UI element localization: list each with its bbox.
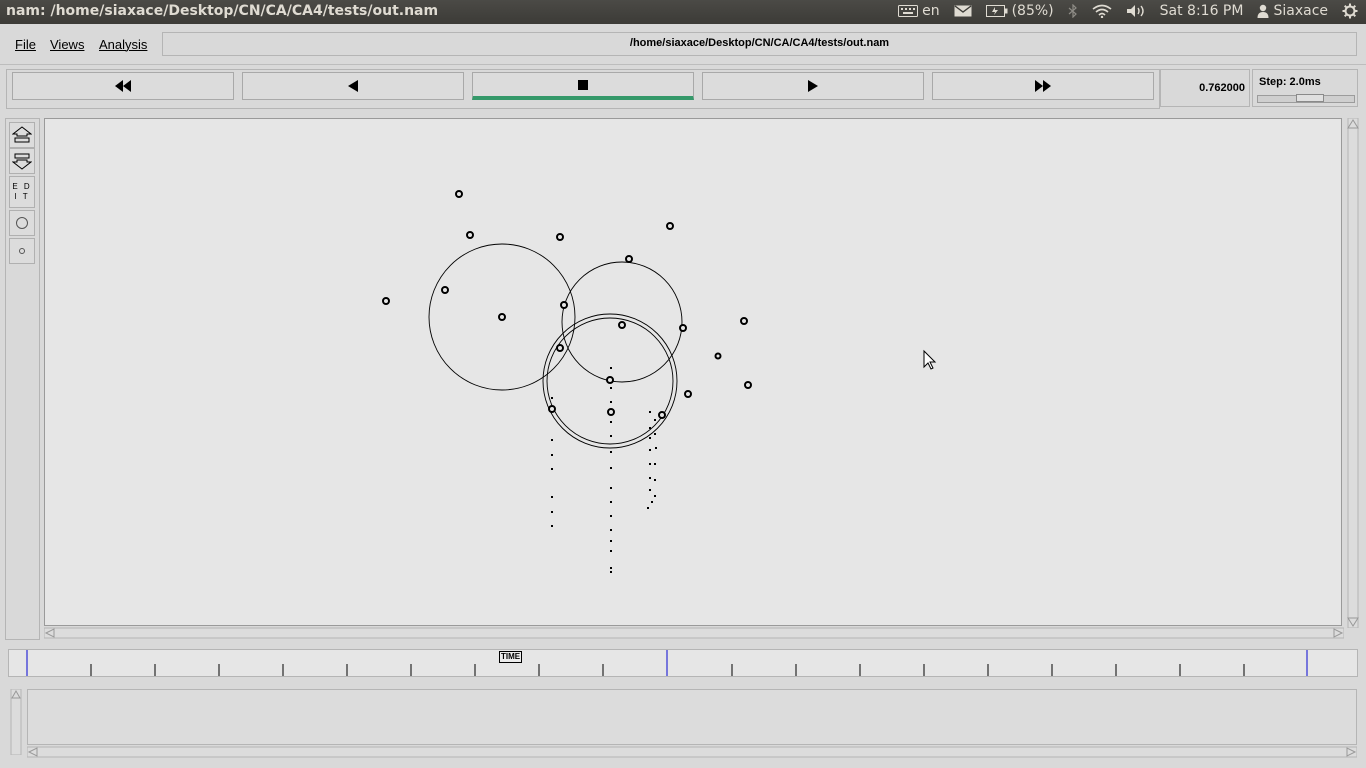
small-circle-tool-icon: [19, 248, 25, 254]
edit-label: E DI T: [12, 182, 32, 201]
timeline-ticks: [26, 650, 1308, 676]
network-node: [441, 286, 449, 294]
stop-button[interactable]: [472, 72, 694, 100]
keyboard-layout: en: [922, 3, 940, 19]
network-node: [466, 231, 474, 239]
zoom-out-button[interactable]: [9, 148, 35, 174]
network-node: [740, 317, 748, 325]
step-label: Step: 2.0ms: [1259, 76, 1321, 88]
small-circle-tool-button[interactable]: [9, 238, 35, 264]
keyboard-icon: [898, 5, 919, 17]
menu-views[interactable]: Views: [50, 37, 84, 52]
network-node: [679, 324, 687, 332]
menu-file[interactable]: File: [15, 37, 36, 52]
network-node: [498, 313, 506, 321]
keyboard-indicator[interactable]: en: [898, 3, 940, 19]
zoom-in-button[interactable]: [9, 122, 35, 148]
window-title: nam: /home/siaxace/Desktop/CN/CA/CA4/tes…: [6, 3, 439, 19]
clock[interactable]: Sat 8:16 PM: [1160, 3, 1244, 19]
network-node: [560, 301, 568, 309]
annotation-panel[interactable]: [27, 689, 1357, 745]
network-node: [606, 376, 614, 384]
network-node: [658, 411, 666, 419]
battery-percent: (85%): [1011, 3, 1054, 19]
zoom-in-icon: [12, 126, 32, 143]
canvas-vertical-scrollbar[interactable]: [1345, 118, 1361, 628]
packet-trail: [551, 367, 657, 573]
battery-icon: [985, 5, 1008, 17]
file-path-display: /home/siaxace/Desktop/CN/CA/CA4/tests/ou…: [162, 32, 1357, 56]
bottom-horizontal-scrollbar[interactable]: [27, 746, 1357, 758]
step-slider[interactable]: [1257, 94, 1355, 103]
circle-tool-icon: [16, 217, 28, 229]
network-node: [714, 352, 722, 360]
stop-icon: [578, 79, 588, 90]
play-button[interactable]: [702, 72, 924, 100]
rewind-icon: [348, 80, 358, 92]
network-node: [382, 297, 390, 305]
current-time: 0.762000: [1160, 69, 1250, 107]
play-icon: [808, 80, 818, 92]
user-name: Siaxace: [1273, 3, 1328, 19]
network-node: [455, 190, 463, 198]
mouse-cursor-icon: [923, 349, 937, 370]
mail-icon[interactable]: [954, 5, 972, 17]
network-node: [666, 222, 674, 230]
network-node: [556, 233, 564, 241]
bottom-vertical-scrollbar[interactable]: [10, 689, 22, 755]
fast-forward-icon: [1035, 80, 1051, 92]
volume-icon[interactable]: [1126, 4, 1146, 18]
network-node: [607, 408, 615, 416]
rewind-button[interactable]: [242, 72, 464, 100]
network-node: [618, 321, 626, 329]
network-node: [625, 255, 633, 263]
network-node: [744, 381, 752, 389]
user-icon: [1257, 4, 1269, 18]
edit-button[interactable]: E DI T: [9, 176, 35, 208]
menu-bar: File Views Analysis /home/siaxace/Deskto…: [0, 24, 1366, 65]
battery-indicator[interactable]: (85%): [985, 3, 1054, 19]
fast-forward-button[interactable]: [932, 72, 1154, 100]
animation-canvas[interactable]: [44, 118, 1342, 626]
network-node: [548, 405, 556, 413]
network-node: [556, 344, 564, 352]
system-top-bar: nam: /home/siaxace/Desktop/CN/CA/CA4/tes…: [0, 0, 1366, 24]
fast-rewind-button[interactable]: [12, 72, 234, 100]
network-node: [684, 390, 692, 398]
canvas-horizontal-scrollbar[interactable]: [44, 627, 1344, 639]
timeline-marker[interactable]: TIME: [499, 651, 523, 663]
menu-analysis[interactable]: Analysis: [99, 37, 147, 52]
zoom-out-icon: [12, 153, 32, 170]
step-control: Step: 2.0ms: [1252, 69, 1358, 107]
step-slider-thumb[interactable]: [1296, 94, 1324, 102]
timeline-slider[interactable]: [8, 649, 1358, 677]
user-menu[interactable]: Siaxace: [1257, 3, 1328, 19]
fast-rewind-icon: [115, 80, 131, 92]
circle-tool-button[interactable]: [9, 210, 35, 236]
bluetooth-icon[interactable]: [1068, 4, 1078, 18]
network-topology: [382, 190, 937, 573]
gear-icon[interactable]: [1342, 3, 1358, 19]
wifi-icon[interactable]: [1092, 4, 1112, 18]
system-tray: en (85%) Sat 8:16 PM Siaxace: [898, 3, 1358, 19]
